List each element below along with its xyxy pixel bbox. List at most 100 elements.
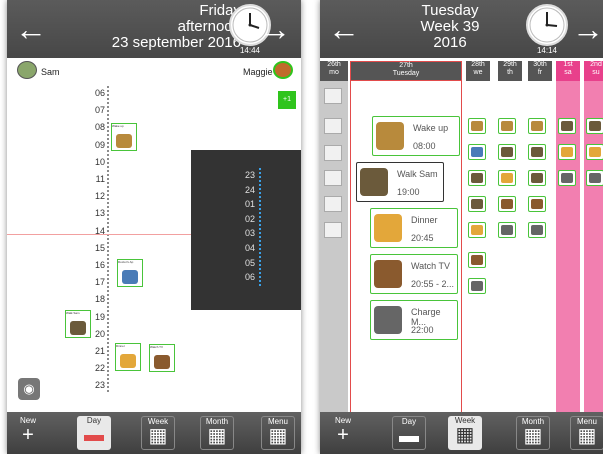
- doctor-icon: [122, 270, 138, 284]
- col-head-mon[interactable]: 26th mo: [320, 61, 348, 81]
- event-icon: [471, 255, 483, 265]
- alarm-clock-icon: [376, 122, 404, 150]
- mini-event[interactable]: [498, 144, 516, 160]
- col-head-tue[interactable]: 27th Tuesday: [350, 61, 462, 81]
- mini-event[interactable]: [468, 196, 486, 212]
- monday-icon-2[interactable]: [324, 118, 342, 134]
- mini-event[interactable]: [468, 252, 486, 268]
- mini-event[interactable]: [468, 118, 486, 134]
- mini-event[interactable]: [586, 170, 603, 186]
- event-wake-up[interactable]: Wake up 08:00: [372, 116, 460, 156]
- monday-icon-4[interactable]: [324, 170, 342, 186]
- event-icon: [471, 147, 483, 157]
- menu-grid-icon: ▦: [268, 425, 288, 447]
- col-head-fri[interactable]: 30th fr: [528, 61, 552, 81]
- col-weekday: Tuesday: [392, 70, 420, 77]
- mini-event[interactable]: [586, 118, 603, 134]
- col-weekday: fr: [537, 69, 543, 76]
- night-hour-label: 06: [244, 272, 255, 283]
- mini-event[interactable]: [468, 144, 486, 160]
- col-head-sat[interactable]: 1st sa: [556, 61, 580, 81]
- clock-icon: [526, 4, 568, 46]
- add-event-button[interactable]: +1: [278, 91, 296, 109]
- mini-event[interactable]: [586, 144, 603, 160]
- event-icon: [531, 199, 543, 209]
- event-dinner[interactable]: Dinner 20:45: [370, 208, 458, 248]
- mini-event[interactable]: [528, 222, 546, 238]
- clock-time: 14:44: [239, 46, 261, 55]
- night-hour-label: 05: [244, 257, 255, 268]
- monday-icon-6[interactable]: [324, 222, 342, 238]
- nav-week-button[interactable]: Week ▦: [141, 416, 175, 450]
- nav-new-button[interactable]: New +: [11, 416, 45, 450]
- event-time: 08:00: [413, 141, 436, 151]
- day-title: Friday afternoon 23 september 2016: [55, 3, 241, 51]
- nav-menu-button[interactable]: Menu ▦: [261, 416, 295, 450]
- col-head-wed[interactable]: 28th we: [466, 61, 490, 81]
- event-doctor[interactable]: Doctor's Ap: [117, 259, 143, 287]
- hour-label: 09: [94, 139, 105, 150]
- forward-arrow-icon[interactable]: →: [255, 13, 295, 45]
- nav-new-button[interactable]: New +: [326, 416, 360, 450]
- hour-label: 15: [94, 242, 105, 253]
- back-arrow-icon[interactable]: ←: [11, 13, 51, 45]
- event-watch-tv[interactable]: Watch TV 20:55 - 2...: [370, 254, 458, 294]
- mini-event[interactable]: [558, 118, 576, 134]
- event-icon: [501, 173, 513, 183]
- tv-icon: [154, 355, 170, 369]
- event-icon: [531, 121, 543, 131]
- day-view-header: ← Friday afternoon 23 september 2016 14:…: [7, 0, 301, 58]
- event-icon: [501, 121, 513, 131]
- mini-event[interactable]: [468, 170, 486, 186]
- menu-grid-icon: ▦: [577, 425, 597, 447]
- dog-walk-icon: [70, 321, 86, 335]
- nav-week-button[interactable]: Week ▦: [448, 416, 482, 450]
- back-arrow-icon[interactable]: ←: [324, 13, 364, 45]
- nav-month-button[interactable]: Month ▦: [200, 416, 234, 450]
- mini-event[interactable]: [558, 144, 576, 160]
- week-title-day: Tuesday: [421, 2, 479, 19]
- event-walk-sam[interactable]: Walk Sam: [65, 310, 91, 338]
- mini-event[interactable]: [528, 118, 546, 134]
- mini-event[interactable]: [498, 196, 516, 212]
- mini-event[interactable]: [558, 170, 576, 186]
- week-view-header: ← Tuesday Week 39 2016 14:14 →: [320, 0, 603, 58]
- mini-event[interactable]: [528, 170, 546, 186]
- mini-event[interactable]: [498, 118, 516, 134]
- col-head-thu[interactable]: 29th th: [498, 61, 522, 81]
- event-charge[interactable]: Charge M... 22:00: [370, 300, 458, 340]
- nav-month-button[interactable]: Month ▦: [516, 416, 550, 450]
- timeline-ticks: [107, 86, 109, 392]
- avatar-maggie[interactable]: [273, 61, 293, 79]
- mini-event[interactable]: [528, 196, 546, 212]
- week-view-screen: ← Tuesday Week 39 2016 14:14 → 26th mo 2…: [320, 0, 603, 454]
- monday-icon-5[interactable]: [324, 196, 342, 212]
- mini-event[interactable]: [498, 170, 516, 186]
- avatar-sam[interactable]: [17, 61, 37, 79]
- event-wake-up[interactable]: Wake up: [111, 123, 137, 151]
- nav-day-button[interactable]: Day ▬: [392, 416, 426, 450]
- dinner-icon: [374, 214, 402, 242]
- monday-icon-3[interactable]: [324, 145, 342, 161]
- event-time: 19:00: [397, 187, 420, 197]
- nav-day-button[interactable]: Day ▬: [77, 416, 111, 450]
- mini-event[interactable]: [528, 144, 546, 160]
- event-watch-tv[interactable]: Watch TV: [149, 344, 175, 372]
- eye-icon[interactable]: ◉: [18, 378, 40, 400]
- event-dinner[interactable]: Dinner: [115, 343, 141, 371]
- calendar-month-icon: ▦: [207, 425, 227, 447]
- mini-event[interactable]: [468, 278, 486, 294]
- forward-arrow-icon[interactable]: →: [568, 13, 603, 45]
- night-hour-label: 02: [244, 213, 255, 224]
- mini-event[interactable]: [468, 222, 486, 238]
- col-head-sun[interactable]: 2nd su: [584, 61, 603, 81]
- hour-label: 13: [94, 208, 105, 219]
- person-name-right: Maggie: [243, 67, 273, 77]
- monday-icon-1[interactable]: [324, 88, 342, 104]
- mini-event[interactable]: [498, 222, 516, 238]
- nav-menu-button[interactable]: Menu ▦: [570, 416, 603, 450]
- event-label: Dinner: [116, 344, 125, 348]
- event-title: Wake up: [413, 123, 449, 133]
- event-walk-sam[interactable]: Walk Sam 19:00: [356, 162, 444, 202]
- hour-label: 06: [94, 88, 105, 98]
